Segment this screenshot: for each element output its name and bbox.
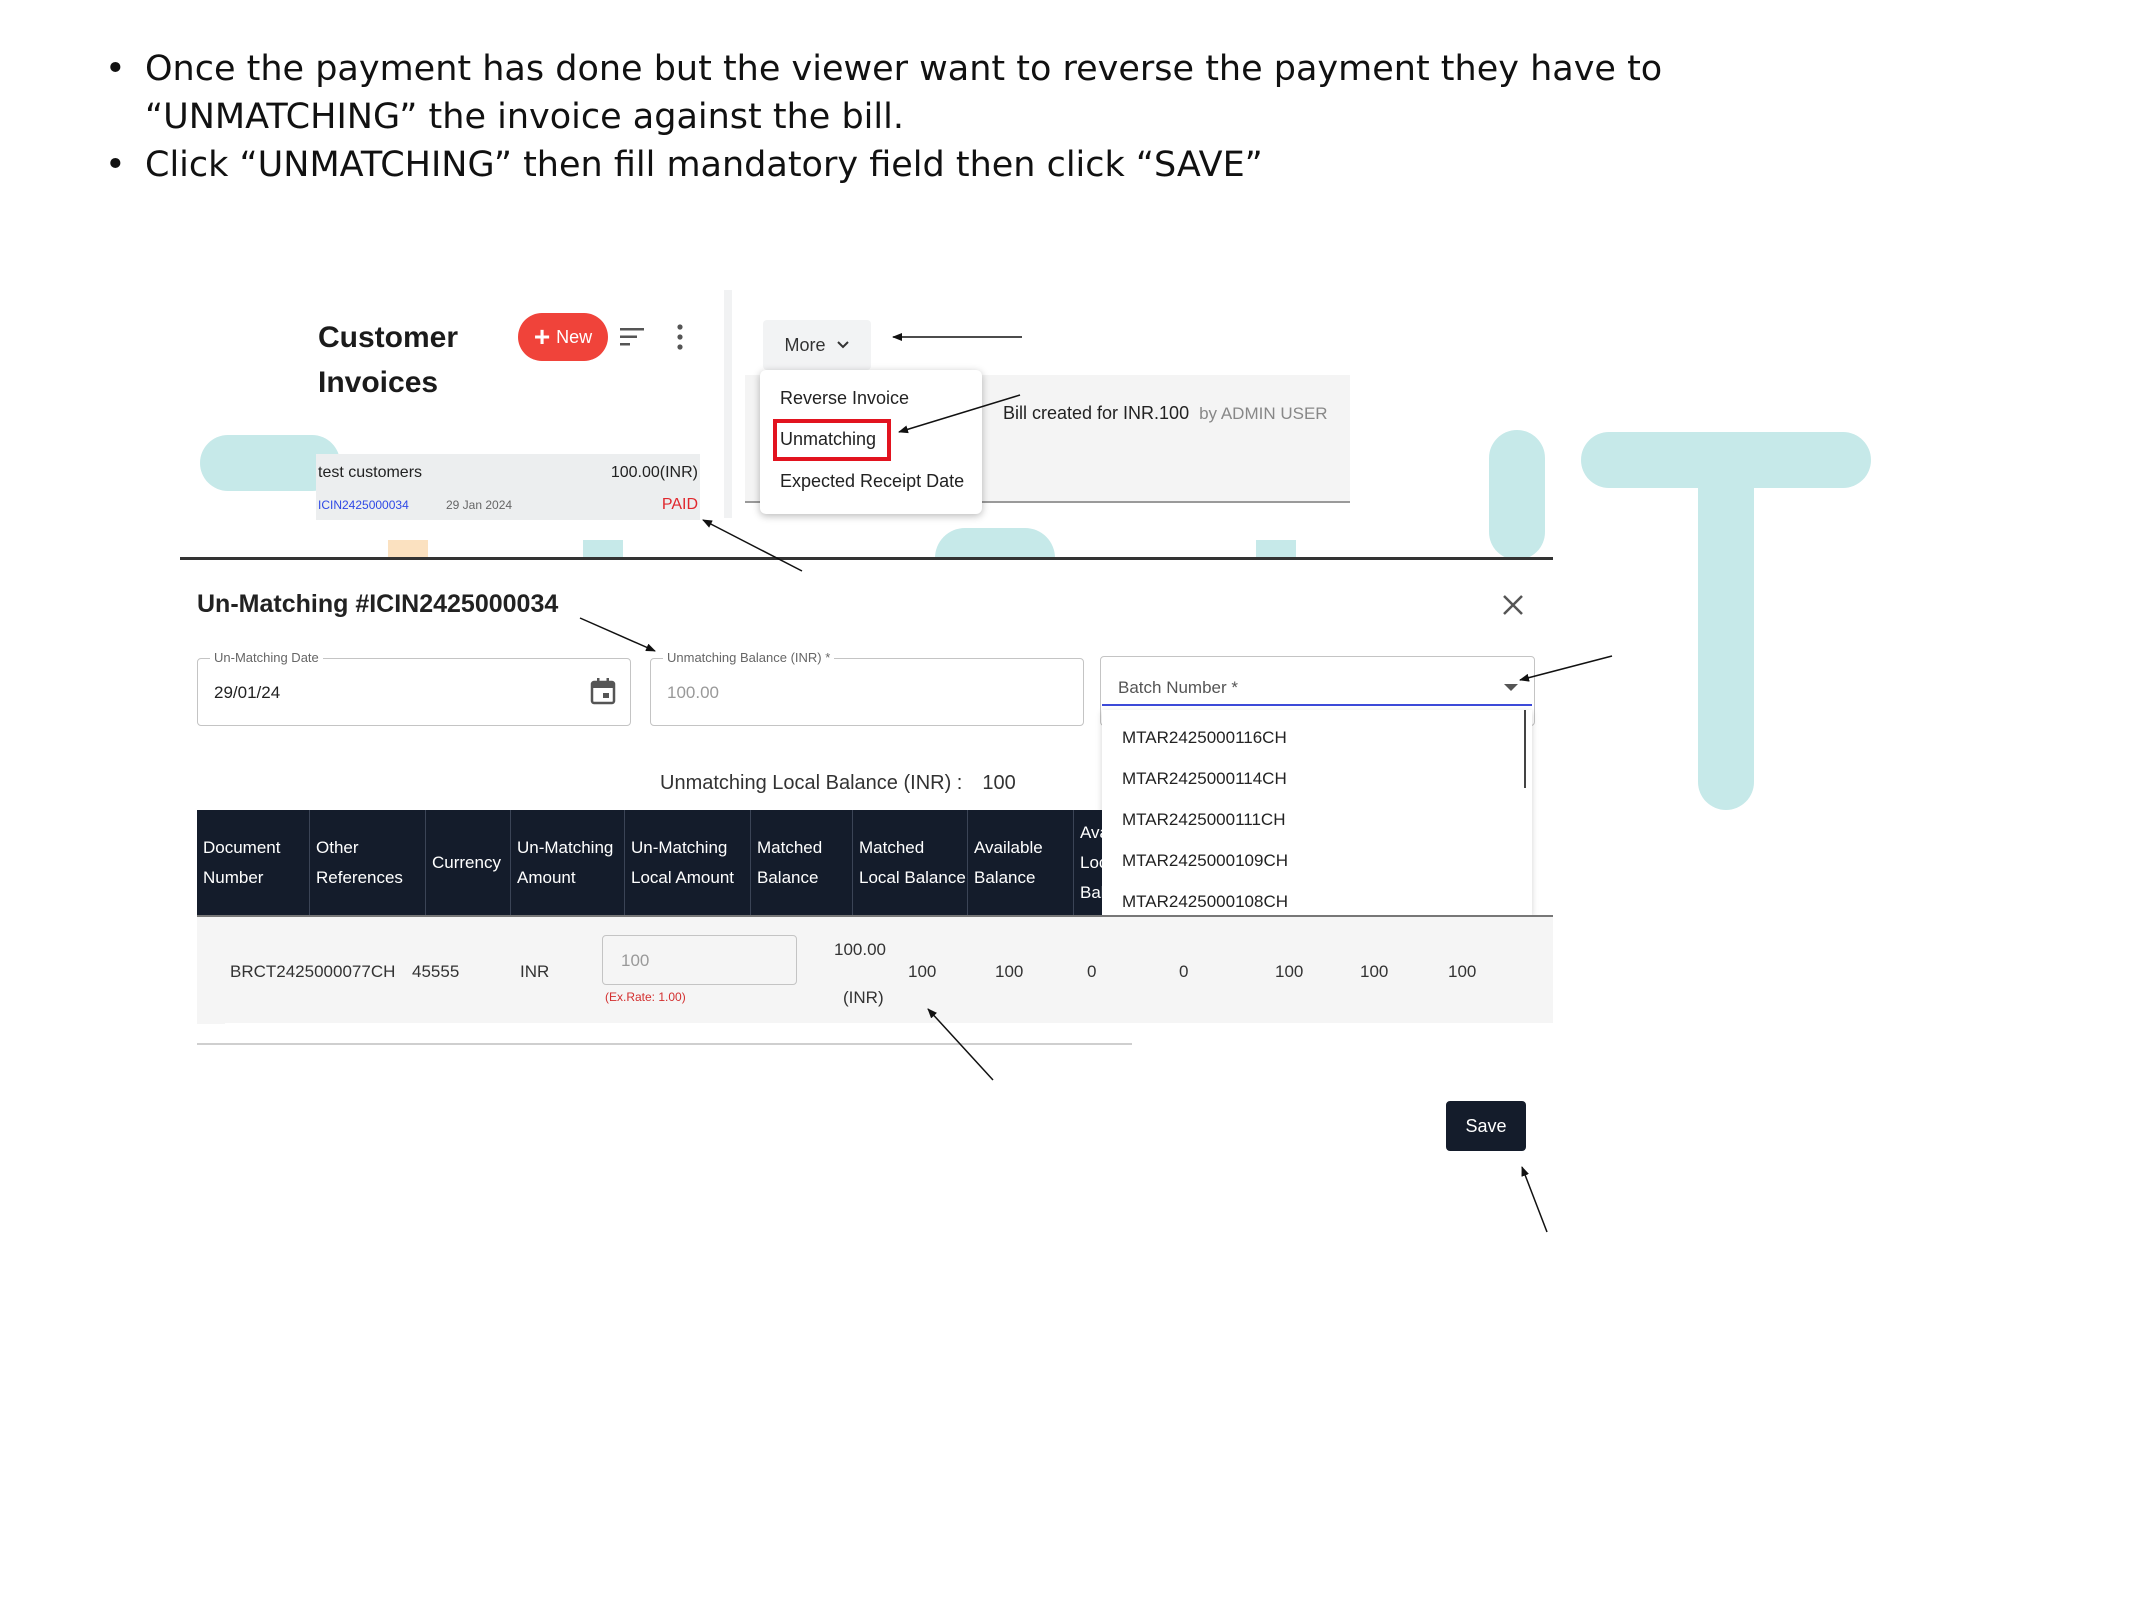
more-button-label: More	[784, 334, 826, 355]
row-divider	[225, 1023, 1553, 1025]
arrow-to-save-button	[1521, 1166, 1548, 1233]
invoice-number: ICIN2425000034	[318, 498, 409, 512]
status-badge: PAID	[661, 496, 698, 513]
watermark-shape	[388, 540, 428, 558]
modal-title: Un-Matching #ICIN2425000034	[197, 590, 559, 618]
highlight-box	[773, 419, 891, 461]
watermark-shape	[1256, 540, 1296, 558]
new-button-label: New	[556, 326, 593, 347]
table-header: Document Number Other References Currenc…	[197, 810, 1102, 915]
more-vert-icon[interactable]	[676, 324, 684, 350]
menu-item-reverse-invoice[interactable]: Reverse Invoice	[780, 388, 909, 409]
field-label: Unmatching Balance (INR) *	[663, 650, 835, 665]
activity-entry: Bill created for INR.100 by ADMIN USER	[1003, 403, 1328, 423]
batch-option[interactable]: MTAR2425000114CH	[1122, 769, 1287, 789]
watermark-shape	[935, 528, 1055, 558]
unmatching-date-field[interactable]: Un-Matching Date 29/01/24	[197, 650, 631, 726]
column-header: Other References	[310, 810, 426, 915]
column-header: Matched Balance	[751, 810, 853, 915]
cell-value: 100	[995, 962, 1024, 981]
invoice-date: 29 Jan 2024	[446, 498, 513, 512]
cell-local-amount: 100.00	[834, 940, 886, 959]
customer-name: test customers	[318, 464, 423, 481]
invoice-amount: 100.00(INR)	[610, 464, 698, 481]
cell-local-amount-unit: (INR)	[843, 988, 884, 1007]
batch-number-select[interactable]: Batch Number *	[1102, 658, 1532, 706]
scrollbar[interactable]	[1524, 710, 1526, 788]
batch-option[interactable]: MTAR2425000109CH	[1122, 851, 1288, 871]
chevron-down-icon	[836, 341, 849, 349]
column-header: Currency	[426, 810, 511, 915]
plus-icon: +	[533, 321, 551, 352]
column-header: Un-Matching Amount	[511, 810, 625, 915]
watermark-shape	[583, 540, 623, 558]
column-header: Document Number	[197, 810, 310, 915]
unmatching-balance-field: Unmatching Balance (INR) * 100.00	[650, 650, 1084, 726]
instruction-1: Once the payment has done but the viewer…	[105, 45, 1705, 141]
menu-item-expected-receipt-date[interactable]: Expected Receipt Date	[780, 471, 964, 492]
cell-value: 100	[908, 962, 937, 981]
batch-option[interactable]: MTAR2425000116CH	[1122, 728, 1287, 748]
page-title: Customer Invoices	[318, 321, 459, 399]
field-value: 29/01/24	[214, 683, 281, 702]
cell-value: 100	[1360, 962, 1389, 981]
cell-value: 0	[1087, 962, 1097, 981]
watermark-shape	[1489, 430, 1545, 560]
instruction-2: Click “UNMATCHING” then fill mandatory f…	[105, 141, 1705, 189]
instruction-list: Once the payment has done but the viewer…	[105, 45, 1705, 189]
column-header: Matched Local Balance	[853, 810, 968, 915]
watermark-shape	[1698, 450, 1754, 810]
cell-value: 0	[1179, 962, 1189, 981]
batch-number-options: MTAR2425000116CH MTAR2425000114CH MTAR24…	[1102, 710, 1532, 915]
cell-value: 100	[1448, 962, 1477, 981]
unmatching-local-balance: Unmatching Local Balance (INR) :100	[660, 772, 1016, 794]
modal-top-border	[180, 557, 1553, 560]
cell-currency: INR	[520, 962, 550, 981]
column-header: Un-Matching Local Amount	[625, 810, 751, 915]
more-button[interactable]: More	[763, 320, 871, 370]
sort-icon[interactable]	[620, 326, 646, 348]
field-value: 100.00	[667, 683, 719, 702]
arrow-to-balance-field	[579, 617, 656, 652]
field-label: Un-Matching Date	[210, 650, 323, 665]
batch-placeholder: Batch Number *	[1118, 678, 1238, 697]
batch-option[interactable]: MTAR2425000111CH	[1122, 810, 1285, 830]
save-button[interactable]: Save	[1446, 1101, 1526, 1151]
close-icon[interactable]	[1500, 592, 1526, 618]
annotation-arrows	[579, 333, 1613, 1233]
unmatching-amount-input[interactable]: 100	[602, 935, 797, 985]
calendar-icon[interactable]	[590, 677, 616, 705]
column-header: Available Local Balance	[1080, 822, 1102, 902]
cell-document-number: BRCT2425000077CH	[230, 962, 396, 981]
column-header: Available Balance	[968, 810, 1074, 915]
cell-value: 100	[1275, 962, 1304, 981]
batch-option[interactable]: MTAR2425000108CH	[1122, 892, 1288, 912]
dropdown-arrow-icon	[1504, 684, 1518, 691]
arrow-to-paid-status	[702, 519, 803, 572]
input-value: 100	[621, 951, 650, 970]
invoice-list-item[interactable]: test customers 100.00(INR) ICIN242500003…	[316, 454, 700, 520]
cell-other-references: 45555	[412, 962, 460, 981]
exchange-rate-note: (Ex.Rate: 1.00)	[605, 990, 686, 1004]
table-bottom-border	[197, 1043, 1132, 1045]
panel-divider	[724, 290, 732, 518]
new-invoice-button[interactable]: + New	[518, 313, 608, 361]
